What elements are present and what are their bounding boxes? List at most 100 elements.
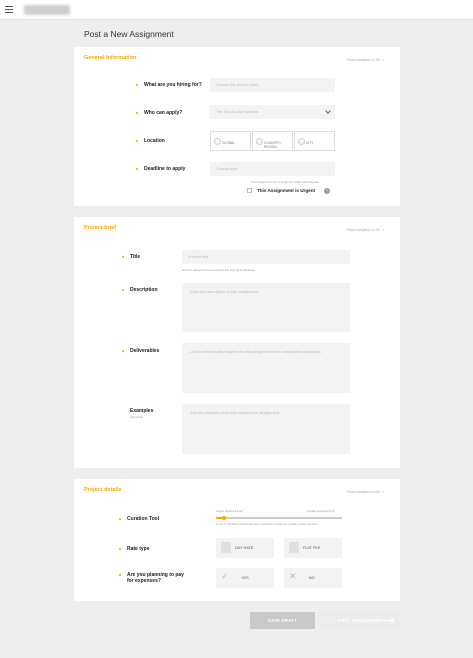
- description-label: Description: [122, 287, 158, 293]
- arrow-right-icon: [382, 620, 394, 621]
- deadline-note: Your assignment will no longer be visibl…: [251, 180, 319, 184]
- globe-icon: [214, 138, 221, 145]
- required-dot-icon: [119, 573, 121, 576]
- yes-label: YES: [241, 576, 249, 580]
- post-assignment-button[interactable]: POST ASSIGNMENT: [320, 612, 400, 629]
- curation-label-text: Curation Tool: [127, 516, 160, 522]
- required-dot-icon: [119, 517, 121, 520]
- city-icon: [298, 138, 305, 145]
- section-hint-general: Fields navigation to 3/5 ›: [347, 57, 384, 62]
- section-title-general: General Information: [84, 55, 137, 61]
- expenses-label-text: Are you planning to pay for expenses?: [127, 572, 184, 584]
- curation-slider[interactable]: [216, 517, 342, 519]
- checkmark-icon: ✓: [221, 571, 229, 581]
- service-select[interactable]: Choose the service need...: [210, 78, 335, 92]
- project-details-card: Project details Fields navigation to 5/5…: [74, 479, 400, 601]
- required-dot-icon: [122, 288, 124, 291]
- no-label: NO: [309, 576, 315, 580]
- loc-city-label: CITY: [306, 141, 314, 145]
- description-label-text: Description: [130, 287, 158, 293]
- deadline-placeholder: Choose date: [216, 167, 238, 171]
- required-dot-icon: [122, 255, 124, 258]
- section-hint-text: Fields navigation to 5/5: [346, 490, 380, 494]
- next-arrow-icon[interactable]: ›: [383, 227, 384, 232]
- next-arrow-icon[interactable]: ›: [383, 489, 384, 494]
- flat-fee-label: FLAT FEE: [303, 546, 321, 550]
- next-arrow-icon[interactable]: ›: [383, 57, 384, 62]
- examples-label-text: Examples: [130, 408, 154, 414]
- title-note: Give the assignment a descriptive title …: [182, 268, 256, 272]
- who-can-apply-select[interactable]: The Storyfunder Network: [210, 105, 335, 119]
- curation-label: Curation Tool: [119, 516, 160, 522]
- section-hint-brief: Fields navigation to 4/5 ›: [347, 227, 384, 232]
- rate-type-label-text: Rate type: [127, 546, 150, 552]
- service-placeholder: Choose the service need...: [216, 83, 262, 87]
- flat-fee-option[interactable]: FLAT FEE: [284, 538, 342, 558]
- deadline-date-input[interactable]: Choose date: [210, 162, 335, 176]
- save-draft-button[interactable]: SAVE DRAFT: [250, 612, 315, 629]
- chevron-down-icon: [325, 108, 331, 114]
- required-dot-icon: [122, 349, 124, 352]
- page-title: Post a New Assignment: [84, 29, 174, 39]
- who-value: The Storyfunder Network: [216, 110, 259, 114]
- required-dot-icon: [136, 167, 138, 170]
- curation-slider-handle[interactable]: [221, 515, 226, 520]
- deliverables-label: Deliverables: [122, 348, 160, 354]
- location-label-text: Location: [144, 138, 165, 144]
- deliverables-label-text: Deliverables: [130, 348, 160, 354]
- general-information-card: General Information Fields navigation to…: [74, 47, 400, 206]
- section-hint-details: Fields navigation to 5/5 ›: [347, 489, 384, 494]
- loc-global-label: GLOBAL: [222, 141, 235, 145]
- rate-type-label: Rate type: [119, 546, 150, 552]
- deliverables-placeholder: List the deliverables required for this …: [190, 350, 322, 354]
- location-country-option[interactable]: COUNTRY / REGION: [252, 131, 293, 151]
- urgent-checkbox[interactable]: [247, 188, 252, 193]
- expenses-yes-option[interactable]: ✓ YES: [216, 568, 274, 588]
- map-pin-icon: [256, 138, 263, 145]
- location-global-option[interactable]: GLOBAL: [210, 131, 251, 151]
- title-placeholder: Entered text: [188, 255, 209, 259]
- section-title-brief: Project brief: [84, 225, 117, 231]
- required-dot-icon: [136, 83, 138, 86]
- who-label: Who can apply?: [136, 110, 183, 116]
- who-label-text: Who can apply?: [144, 110, 183, 116]
- title-label-text: Title: [130, 254, 141, 260]
- location-city-option[interactable]: CITY: [294, 131, 335, 151]
- examples-optional: (optional): [130, 415, 143, 419]
- money-icon: [289, 542, 299, 553]
- close-icon: ✕: [289, 571, 297, 581]
- curation-right-label: Smaller Applicant Pool: [307, 509, 335, 513]
- location-label: Location: [136, 138, 165, 144]
- calendar-icon: [221, 542, 231, 553]
- hiring-label-text: What are you hiring for?: [144, 82, 202, 88]
- section-hint-text: Fields navigation to 3/5: [346, 58, 380, 62]
- curation-note: Level 1 - Verified professional work exp…: [216, 522, 318, 526]
- loc-country-label: COUNTRY / REGION: [264, 141, 282, 149]
- curation-left-label: Larger Applicant Pool: [216, 509, 243, 513]
- day-rate-option[interactable]: DAY RATE: [216, 538, 274, 558]
- urgent-label: This Assignment is Urgent: [257, 188, 316, 193]
- post-assignment-label: POST ASSIGNMENT: [337, 618, 383, 623]
- examples-textarea[interactable]: Add any examples that help explain your …: [182, 404, 350, 454]
- project-brief-card: Project brief Fields navigation to 4/5 › …: [74, 217, 400, 468]
- description-placeholder: Enter the description of your assignment: [190, 290, 258, 294]
- required-dot-icon: [136, 111, 138, 114]
- deadline-label-text: Deadline to apply: [144, 166, 186, 172]
- title-input[interactable]: Entered text: [182, 250, 350, 264]
- hamburger-menu-icon[interactable]: [5, 6, 13, 13]
- day-rate-label: DAY RATE: [235, 546, 254, 550]
- section-title-details: Project details: [84, 487, 122, 493]
- required-dot-icon: [136, 139, 138, 142]
- examples-label: Examples (optional): [130, 408, 153, 419]
- deliverables-textarea[interactable]: List the deliverables required for this …: [182, 343, 350, 393]
- deadline-label: Deadline to apply: [136, 166, 186, 172]
- description-textarea[interactable]: Enter the description of your assignment: [182, 283, 350, 332]
- expenses-label: Are you planning to pay for expenses?: [119, 572, 191, 584]
- examples-placeholder: Add any examples that help explain your …: [190, 411, 279, 415]
- help-icon[interactable]: ?: [324, 188, 330, 194]
- section-hint-text: Fields navigation to 4/5: [346, 228, 380, 232]
- expenses-no-option[interactable]: ✕ NO: [284, 568, 342, 588]
- title-label: Title: [122, 254, 141, 260]
- required-dot-icon: [119, 547, 121, 550]
- top-bar: [0, 0, 473, 20]
